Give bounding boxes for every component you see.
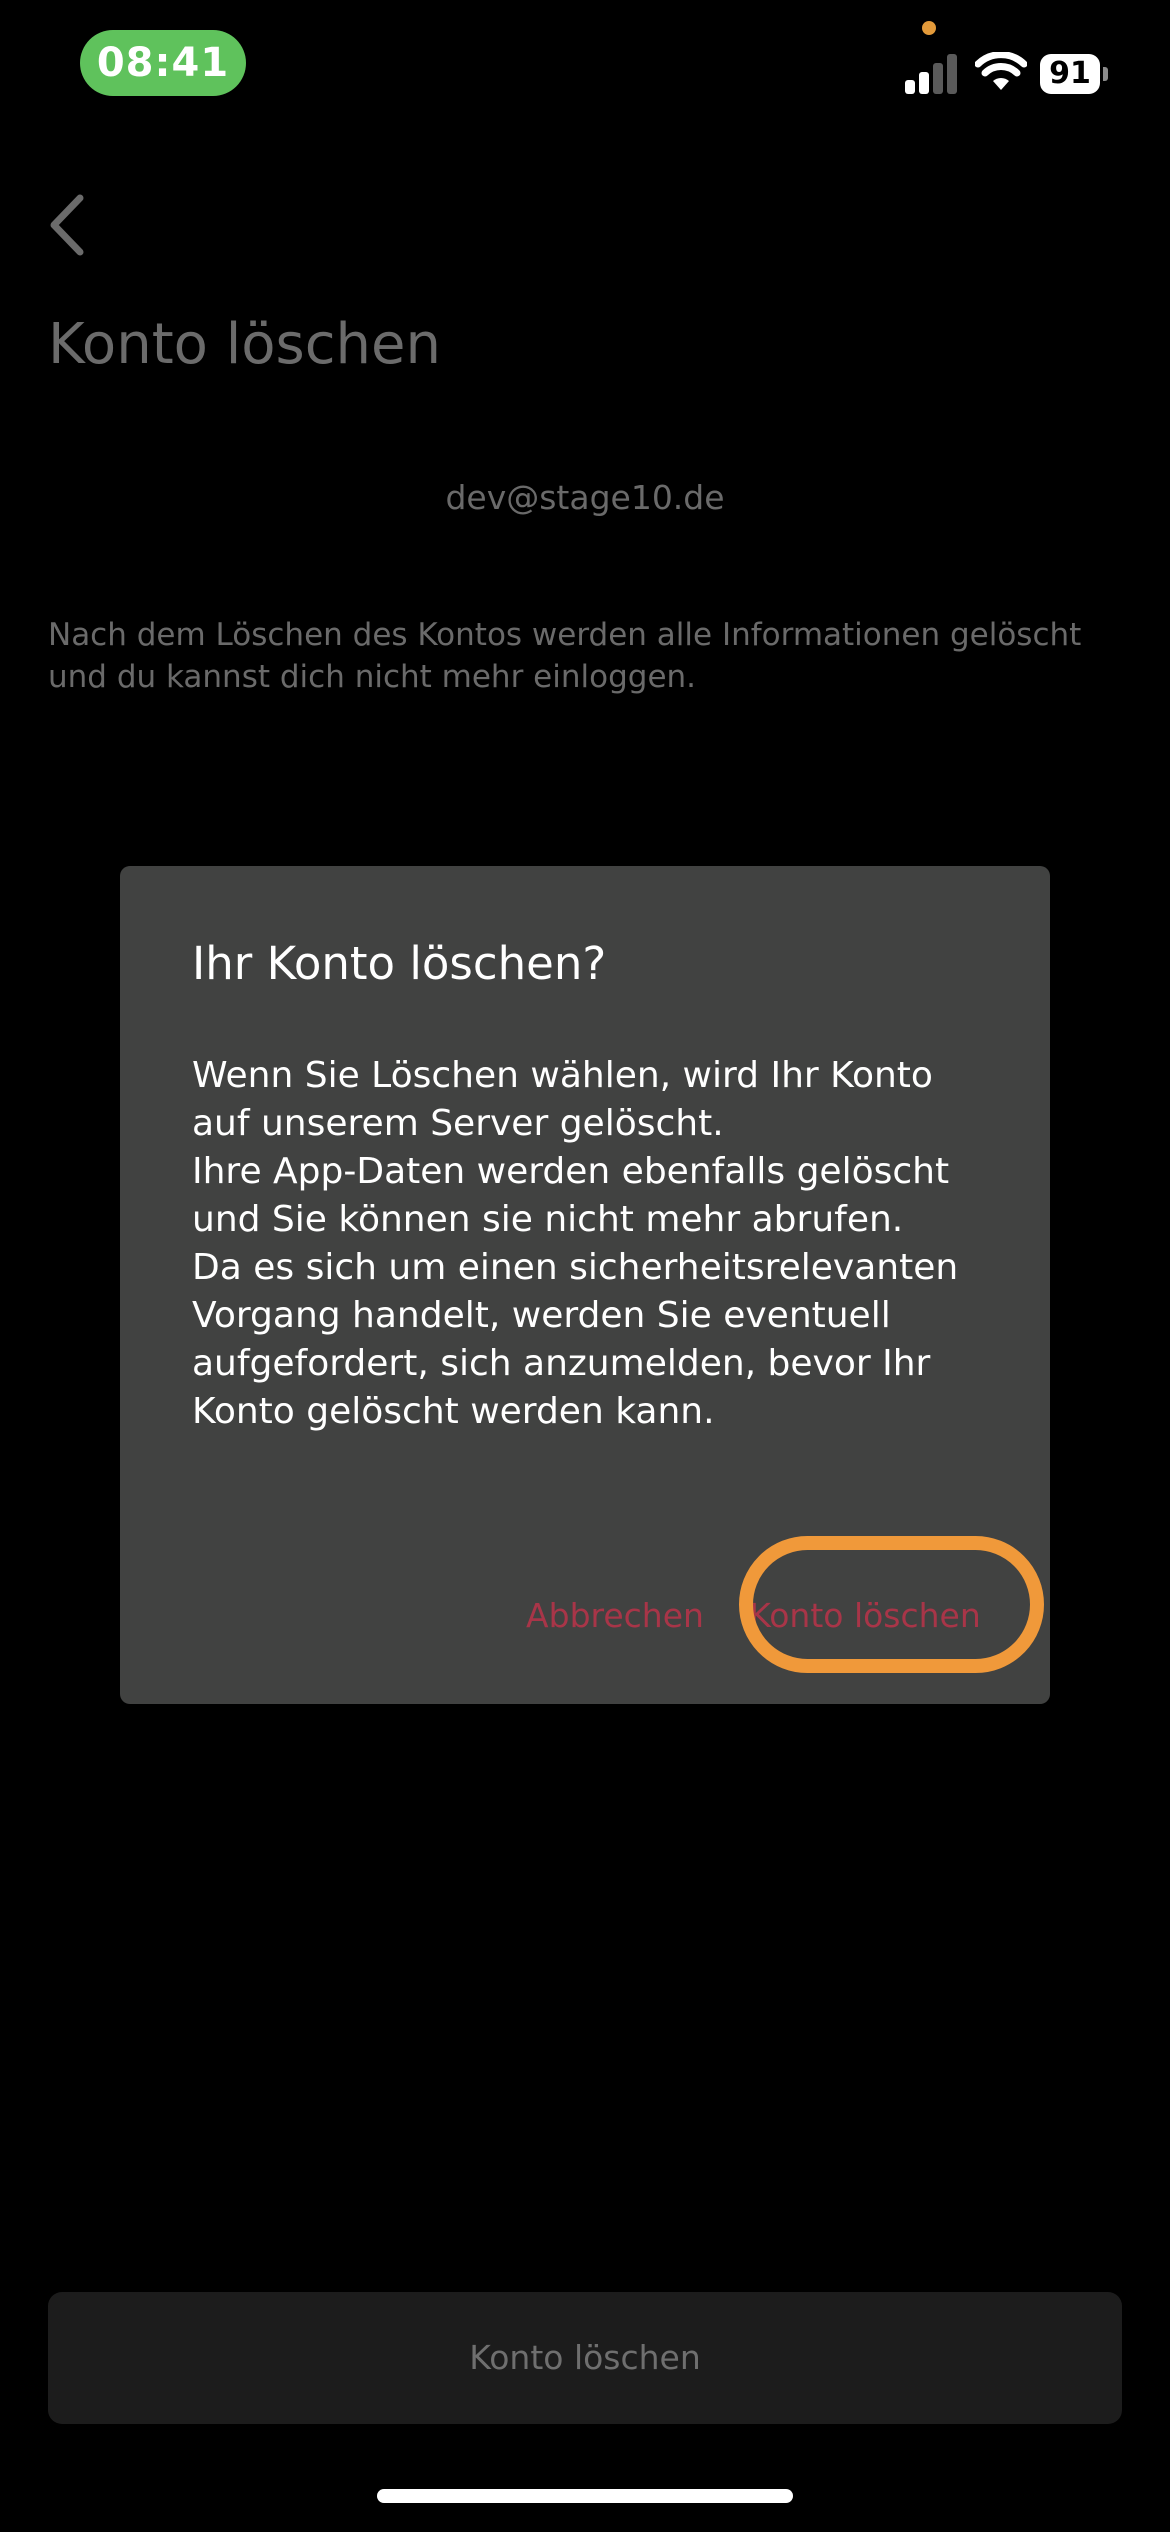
dialog-body-line: aufgefordert, sich anzumelden, bevor Ihr xyxy=(192,1343,931,1384)
dialog-body-line: Ihre App-Daten werden ebenfalls gelöscht xyxy=(192,1151,950,1192)
delete-account-dialog: Ihr Konto löschen? Wenn Sie Löschen wähl… xyxy=(120,866,1050,1704)
screen: 08:41 91 Konto löschen dev@stage10.de Na… xyxy=(0,0,1170,2532)
dialog-body-line: Wenn Sie Löschen wählen, wird Ihr Konto xyxy=(192,1055,933,1096)
dialog-body-line: Vorgang handelt, werden Sie eventuell xyxy=(192,1295,891,1336)
dialog-body-line: Konto gelöscht werden kann. xyxy=(192,1391,715,1432)
chevron-left-icon[interactable] xyxy=(42,190,94,260)
account-email: dev@stage10.de xyxy=(445,478,725,517)
page-title: Konto löschen xyxy=(48,312,441,377)
dialog-body-line: und Sie können sie nicht mehr abrufen. xyxy=(192,1199,904,1240)
dialog-body: Wenn Sie Löschen wählen, wird Ihr Konto … xyxy=(192,1052,992,1436)
cancel-button[interactable]: Abbrechen xyxy=(525,1588,705,1644)
dialog-title: Ihr Konto löschen? xyxy=(192,937,607,990)
confirm-delete-button[interactable]: Konto löschen xyxy=(740,1588,990,1644)
delete-account-button[interactable]: Konto löschen xyxy=(48,2292,1122,2424)
dialog-body-line: Da es sich um einen sicherheitsrelevante… xyxy=(192,1247,959,1288)
home-indicator xyxy=(377,2489,793,2503)
delete-info-text: Nach dem Löschen des Kontos werden alle … xyxy=(48,617,1082,695)
dialog-body-line: auf unserem Server gelöscht. xyxy=(192,1103,724,1144)
